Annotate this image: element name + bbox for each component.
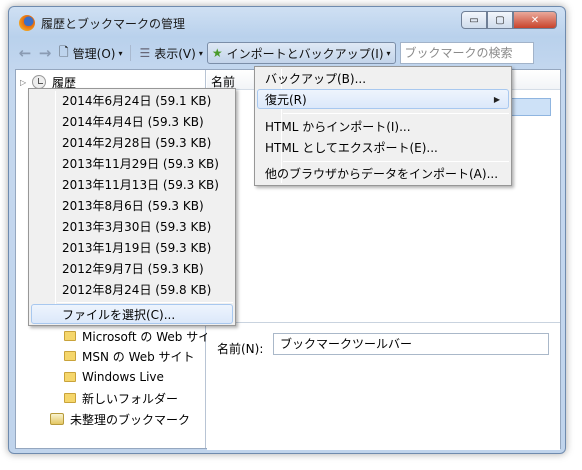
close-button[interactable]: ✕: [513, 11, 557, 29]
tree-item-label: MSN の Web サイト: [82, 349, 195, 364]
menu-item-export-html[interactable]: HTML としてエクスポート(E)...: [257, 138, 509, 158]
restore-submenu: 2014年6月24日 (59.1 KB) 2014年4月4日 (59.3 KB)…: [28, 88, 236, 326]
menu-item-backup-date[interactable]: 2014年4月4日 (59.3 KB): [31, 112, 233, 132]
caption-buttons: ▭ ▢ ✕: [461, 11, 557, 29]
menu-item-backup-date[interactable]: 2013年11月13日 (59.3 KB): [31, 175, 233, 195]
folder-icon: [64, 331, 76, 341]
import-backup-menu: バックアップ(B)... 復元(R) ▶ HTML からインポート(I)... …: [254, 66, 512, 186]
chevron-down-icon: ▾: [386, 48, 391, 58]
tree-item-folder[interactable]: Microsoft の Web サイト: [64, 326, 222, 346]
menu-item-backup-date[interactable]: 2013年11月29日 (59.3 KB): [31, 154, 233, 174]
tree-item-folder[interactable]: 新しいフォルダー: [64, 388, 178, 408]
toolbar-separator: [130, 45, 132, 61]
menu-item-backup-date[interactable]: 2012年8月24日 (59.8 KB): [31, 280, 233, 300]
list-view-icon: ☰: [139, 46, 151, 60]
menu-separator: [283, 113, 509, 114]
name-field-label: 名前(N):: [217, 342, 264, 356]
chevron-down-icon: ▾: [198, 48, 203, 58]
selected-row[interactable]: [507, 98, 551, 116]
menu-item-restore[interactable]: 復元(R) ▶: [257, 89, 509, 109]
tree-item-label: Windows Live: [82, 370, 164, 384]
title-bar[interactable]: 履歴とブックマークの管理 ▭ ▢ ✕: [9, 7, 565, 37]
menu-item-choose-file[interactable]: ファイルを選択(C)...: [31, 304, 233, 324]
toolbar: ← → 🗋 管理(O) ▾ ☰ 表示(V) ▾ ★ インポートとバックアップ(I…: [15, 41, 561, 65]
menu-item-import-html[interactable]: HTML からインポート(I)...: [257, 117, 509, 137]
firefox-icon: [19, 15, 35, 31]
folder-icon: [64, 372, 76, 382]
import-star-icon: ★: [211, 46, 223, 60]
unsorted-bookmarks-icon: [50, 413, 64, 425]
menu-item-import-other[interactable]: 他のブラウザからデータをインポート(A)...: [257, 164, 509, 184]
menu-item-backup-date[interactable]: 2014年2月28日 (59.3 KB): [31, 133, 233, 153]
name-field[interactable]: ブックマークツールバー: [273, 333, 549, 355]
menu-separator: [57, 302, 233, 303]
menu-item-backup-date[interactable]: 2013年3月30日 (59.3 KB): [31, 217, 233, 237]
tree-item-folder[interactable]: Windows Live: [64, 367, 164, 387]
menu-item-backup-date[interactable]: 2014年6月24日 (59.1 KB): [31, 91, 233, 111]
back-arrow-icon[interactable]: ←: [15, 43, 35, 63]
import-backup-menu-button[interactable]: ★ インポートとバックアップ(I) ▾: [206, 42, 396, 64]
forward-arrow-icon[interactable]: →: [35, 43, 55, 63]
details-pane: 名前(N): ブックマークツールバー: [207, 322, 560, 450]
search-input[interactable]: ブックマークの検索: [399, 42, 534, 64]
organize-menu-button[interactable]: 🗋 管理(O) ▾: [55, 42, 126, 64]
menu-item-backup[interactable]: バックアップ(B)...: [257, 69, 509, 89]
menu-item-backup-date[interactable]: 2013年8月6日 (59.3 KB): [31, 196, 233, 216]
submenu-arrow-icon: ▶: [493, 95, 500, 104]
menu-item-backup-date[interactable]: 2013年1月19日 (59.3 KB): [31, 238, 233, 258]
tree-item-label: Microsoft の Web サイト: [82, 329, 223, 344]
window-title: 履歴とブックマークの管理: [41, 17, 186, 31]
tree-item-label: 未整理のブックマーク: [70, 412, 191, 427]
tree-item-folder[interactable]: MSN の Web サイト: [64, 346, 195, 366]
folder-icon: [64, 393, 76, 403]
menu-item-label: 復元(R): [265, 93, 307, 107]
maximize-button[interactable]: ▢: [487, 11, 513, 29]
organize-label: 管理(O): [72, 46, 116, 61]
tree-item-unsorted[interactable]: 未整理のブックマーク: [50, 409, 190, 429]
expand-arrow-icon[interactable]: ▷: [20, 78, 32, 87]
chevron-down-icon: ▾: [118, 48, 123, 58]
views-label: 表示(V): [154, 46, 196, 61]
views-menu-button[interactable]: ☰ 表示(V) ▾: [135, 42, 206, 64]
tree-item-label: 新しいフォルダー: [82, 391, 179, 406]
folder-icon: [64, 351, 76, 361]
import-backup-label: インポートとバックアップ(I): [226, 46, 384, 61]
clock-icon: [32, 75, 46, 89]
minimize-button[interactable]: ▭: [461, 11, 487, 29]
document-icon: 🗋: [59, 44, 69, 59]
menu-item-backup-date[interactable]: 2012年9月7日 (59.3 KB): [31, 259, 233, 279]
menu-separator: [283, 161, 509, 162]
